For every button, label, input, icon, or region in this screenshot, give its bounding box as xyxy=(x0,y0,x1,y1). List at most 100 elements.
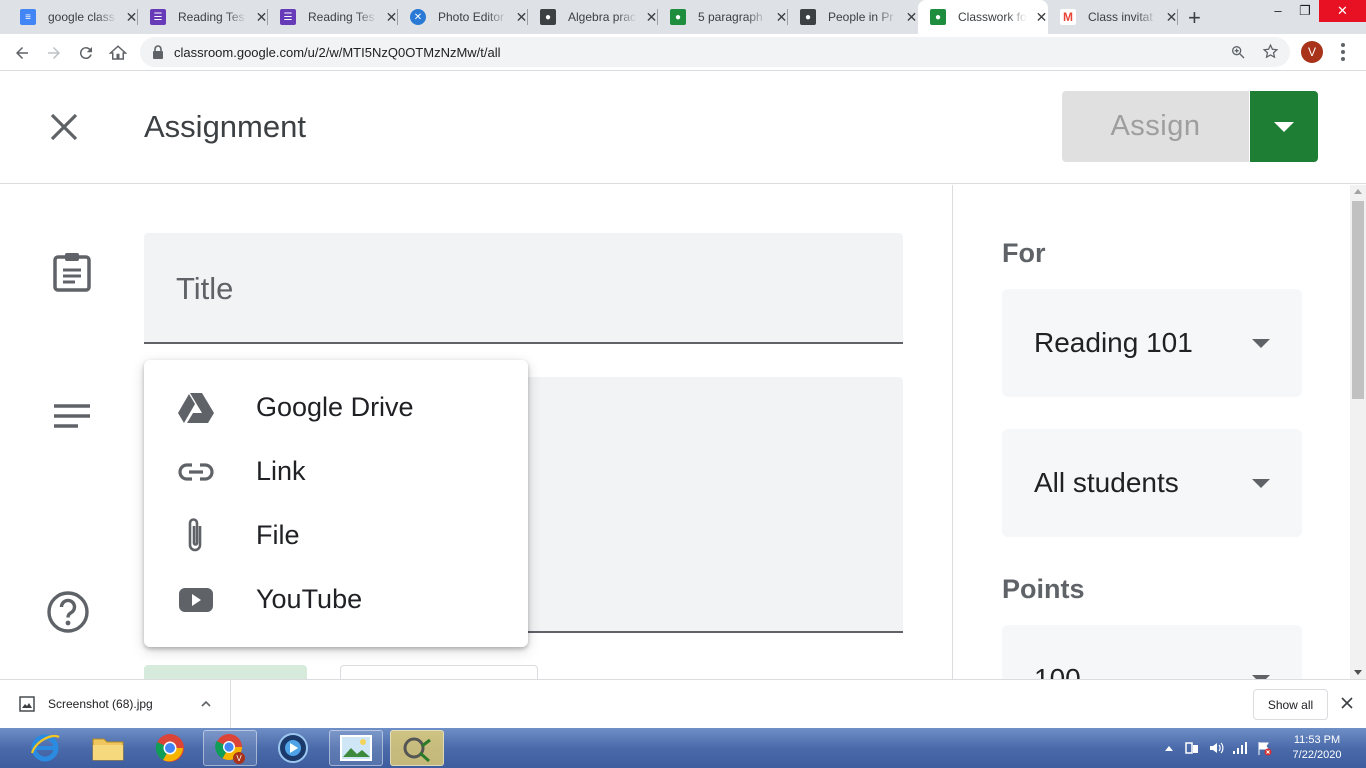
home-button[interactable] xyxy=(106,41,130,65)
tab-title: People in Pr xyxy=(828,10,894,24)
menu-item-label: YouTube xyxy=(256,584,363,614)
browser-tab[interactable]: ✕ Photo Editor ✕ xyxy=(398,0,528,34)
home-icon xyxy=(109,45,127,60)
tab-close-icon[interactable]: ✕ xyxy=(905,9,918,26)
create-button[interactable] xyxy=(340,665,538,679)
file-explorer-icon[interactable] xyxy=(81,730,135,766)
browser-toolbar: classroom.google.com/u/2/w/MTI5NzQ0OTMzN… xyxy=(0,34,1366,71)
svg-text:V: V xyxy=(236,754,242,763)
browser-tab-strip: ≡ google class ✕ ☰ Reading Tes ✕ ☰ Readi… xyxy=(0,0,1366,34)
gmail-icon: M xyxy=(1060,9,1076,25)
photo-editor-icon: ✕ xyxy=(410,9,426,25)
assign-options-button[interactable] xyxy=(1250,91,1318,162)
dropdown-arrow-icon xyxy=(1252,339,1270,348)
page-scrollbar[interactable] xyxy=(1350,185,1366,679)
snipping-tool-icon[interactable] xyxy=(390,730,444,766)
system-clock[interactable]: 11:53 PM 7/22/2020 xyxy=(1282,733,1352,763)
menu-item-label: Google Drive xyxy=(256,392,414,422)
for-label: For xyxy=(1002,238,1046,268)
menu-item-link[interactable]: Link xyxy=(144,440,528,504)
window-close-button[interactable]: ✕ xyxy=(1319,0,1366,22)
reload-icon xyxy=(79,47,92,60)
class-select-value: Reading 101 xyxy=(1034,327,1193,358)
scroll-down-arrow-icon[interactable] xyxy=(1354,670,1362,675)
back-arrow-icon xyxy=(16,47,28,59)
browser-tab[interactable]: ☰ Reading Tes ✕ xyxy=(138,0,268,34)
page-title: Assignment xyxy=(144,109,306,144)
windows-taskbar: V 11:53 PM 7/22/2020 xyxy=(0,728,1366,768)
assign-button[interactable]: Assign xyxy=(1062,91,1249,162)
chrome-icon[interactable] xyxy=(143,730,197,766)
points-select-value: 100 xyxy=(1034,663,1081,679)
internet-explorer-icon[interactable] xyxy=(18,730,72,766)
dropdown-arrow-icon xyxy=(1252,479,1270,488)
close-icon[interactable] xyxy=(1340,696,1354,710)
chrome-profile-window-icon[interactable]: V xyxy=(203,730,257,766)
menu-item-google-drive[interactable]: Google Drive xyxy=(144,376,528,440)
tab-close-icon[interactable]: ✕ xyxy=(1035,9,1048,26)
browser-tab-active[interactable]: ● Classwork fo ✕ xyxy=(918,0,1048,34)
students-select[interactable]: All students xyxy=(1002,429,1302,537)
assignment-settings-panel: For Reading 101 All students Points 100 xyxy=(952,185,1350,679)
points-label: Points xyxy=(1002,574,1085,604)
tab-title: Reading Tes xyxy=(178,10,245,24)
tab-title: Photo Editor xyxy=(438,10,505,24)
youtube-icon xyxy=(179,588,213,612)
class-select[interactable]: Reading 101 xyxy=(1002,289,1302,397)
menu-item-label: Link xyxy=(256,456,306,486)
profile-avatar[interactable]: V xyxy=(1301,41,1323,63)
caret-down-icon xyxy=(1274,121,1294,132)
menu-item-youtube[interactable]: YouTube xyxy=(144,568,528,632)
help-icon[interactable] xyxy=(46,590,90,634)
title-placeholder: Title xyxy=(176,271,234,306)
tab-title: Classwork fo xyxy=(958,10,1027,24)
assignment-form: Title Google Drive Link File YouTube xyxy=(0,185,952,679)
chevron-up-icon[interactable] xyxy=(200,698,212,710)
scroll-up-arrow-icon[interactable] xyxy=(1354,189,1362,194)
tab-title: google class xyxy=(48,10,115,24)
classroom-icon: ● xyxy=(800,9,816,25)
volume-icon[interactable] xyxy=(1208,740,1224,756)
new-tab-button[interactable]: + xyxy=(1188,5,1201,31)
docs-icon: ≡ xyxy=(20,9,36,25)
clock-time: 11:53 PM xyxy=(1293,734,1341,746)
tab-title: 5 paragraph xyxy=(698,10,763,24)
browser-tab[interactable]: ● Algebra prac ✕ xyxy=(528,0,658,34)
title-input[interactable]: Title xyxy=(144,233,903,344)
lock-icon xyxy=(153,45,163,59)
tab-title: Algebra prac xyxy=(568,10,637,24)
close-icon xyxy=(50,113,78,141)
menu-item-label: File xyxy=(256,520,300,550)
reload-button[interactable] xyxy=(74,41,98,65)
show-hidden-icons-icon[interactable] xyxy=(1164,744,1174,752)
photo-viewer-icon[interactable] xyxy=(329,730,383,766)
window-minimize-button[interactable]: – xyxy=(1263,0,1293,22)
browser-tab[interactable]: M Class invitat ✕ xyxy=(1048,0,1178,34)
tab-separator xyxy=(1177,9,1178,25)
bookmark-star-icon[interactable] xyxy=(1262,43,1279,60)
add-button[interactable] xyxy=(144,665,307,679)
menu-item-file[interactable]: File xyxy=(144,504,528,568)
browser-tab[interactable]: ☰ Reading Tes ✕ xyxy=(268,0,398,34)
back-button[interactable] xyxy=(10,41,34,65)
media-player-icon[interactable] xyxy=(266,730,320,766)
window-maximize-button[interactable]: ❐ xyxy=(1290,0,1320,22)
action-center-icon[interactable] xyxy=(1184,740,1200,756)
download-bar: Screenshot (68).jpg Show all xyxy=(0,679,1366,729)
address-bar[interactable]: classroom.google.com/u/2/w/MTI5NzQ0OTMzN… xyxy=(140,37,1290,67)
points-select[interactable]: 100 xyxy=(1002,625,1302,679)
paperclip-icon xyxy=(188,518,202,552)
download-file-name: Screenshot (68).jpg xyxy=(48,697,153,711)
forward-button[interactable] xyxy=(42,41,66,65)
zoom-icon[interactable] xyxy=(1230,44,1246,60)
close-button[interactable] xyxy=(44,107,84,147)
show-all-button[interactable]: Show all xyxy=(1253,689,1328,720)
browser-tab[interactable]: ● People in Pr ✕ xyxy=(788,0,918,34)
flag-alert-icon[interactable] xyxy=(1256,740,1272,756)
browser-tab[interactable]: ≡ google class ✕ xyxy=(8,0,138,34)
more-menu-icon[interactable] xyxy=(1340,42,1346,62)
scrollbar-thumb[interactable] xyxy=(1352,201,1364,399)
network-signal-icon[interactable] xyxy=(1232,740,1248,756)
browser-tab[interactable]: ● 5 paragraph ✕ xyxy=(658,0,788,34)
download-item[interactable]: Screenshot (68).jpg xyxy=(0,680,231,729)
